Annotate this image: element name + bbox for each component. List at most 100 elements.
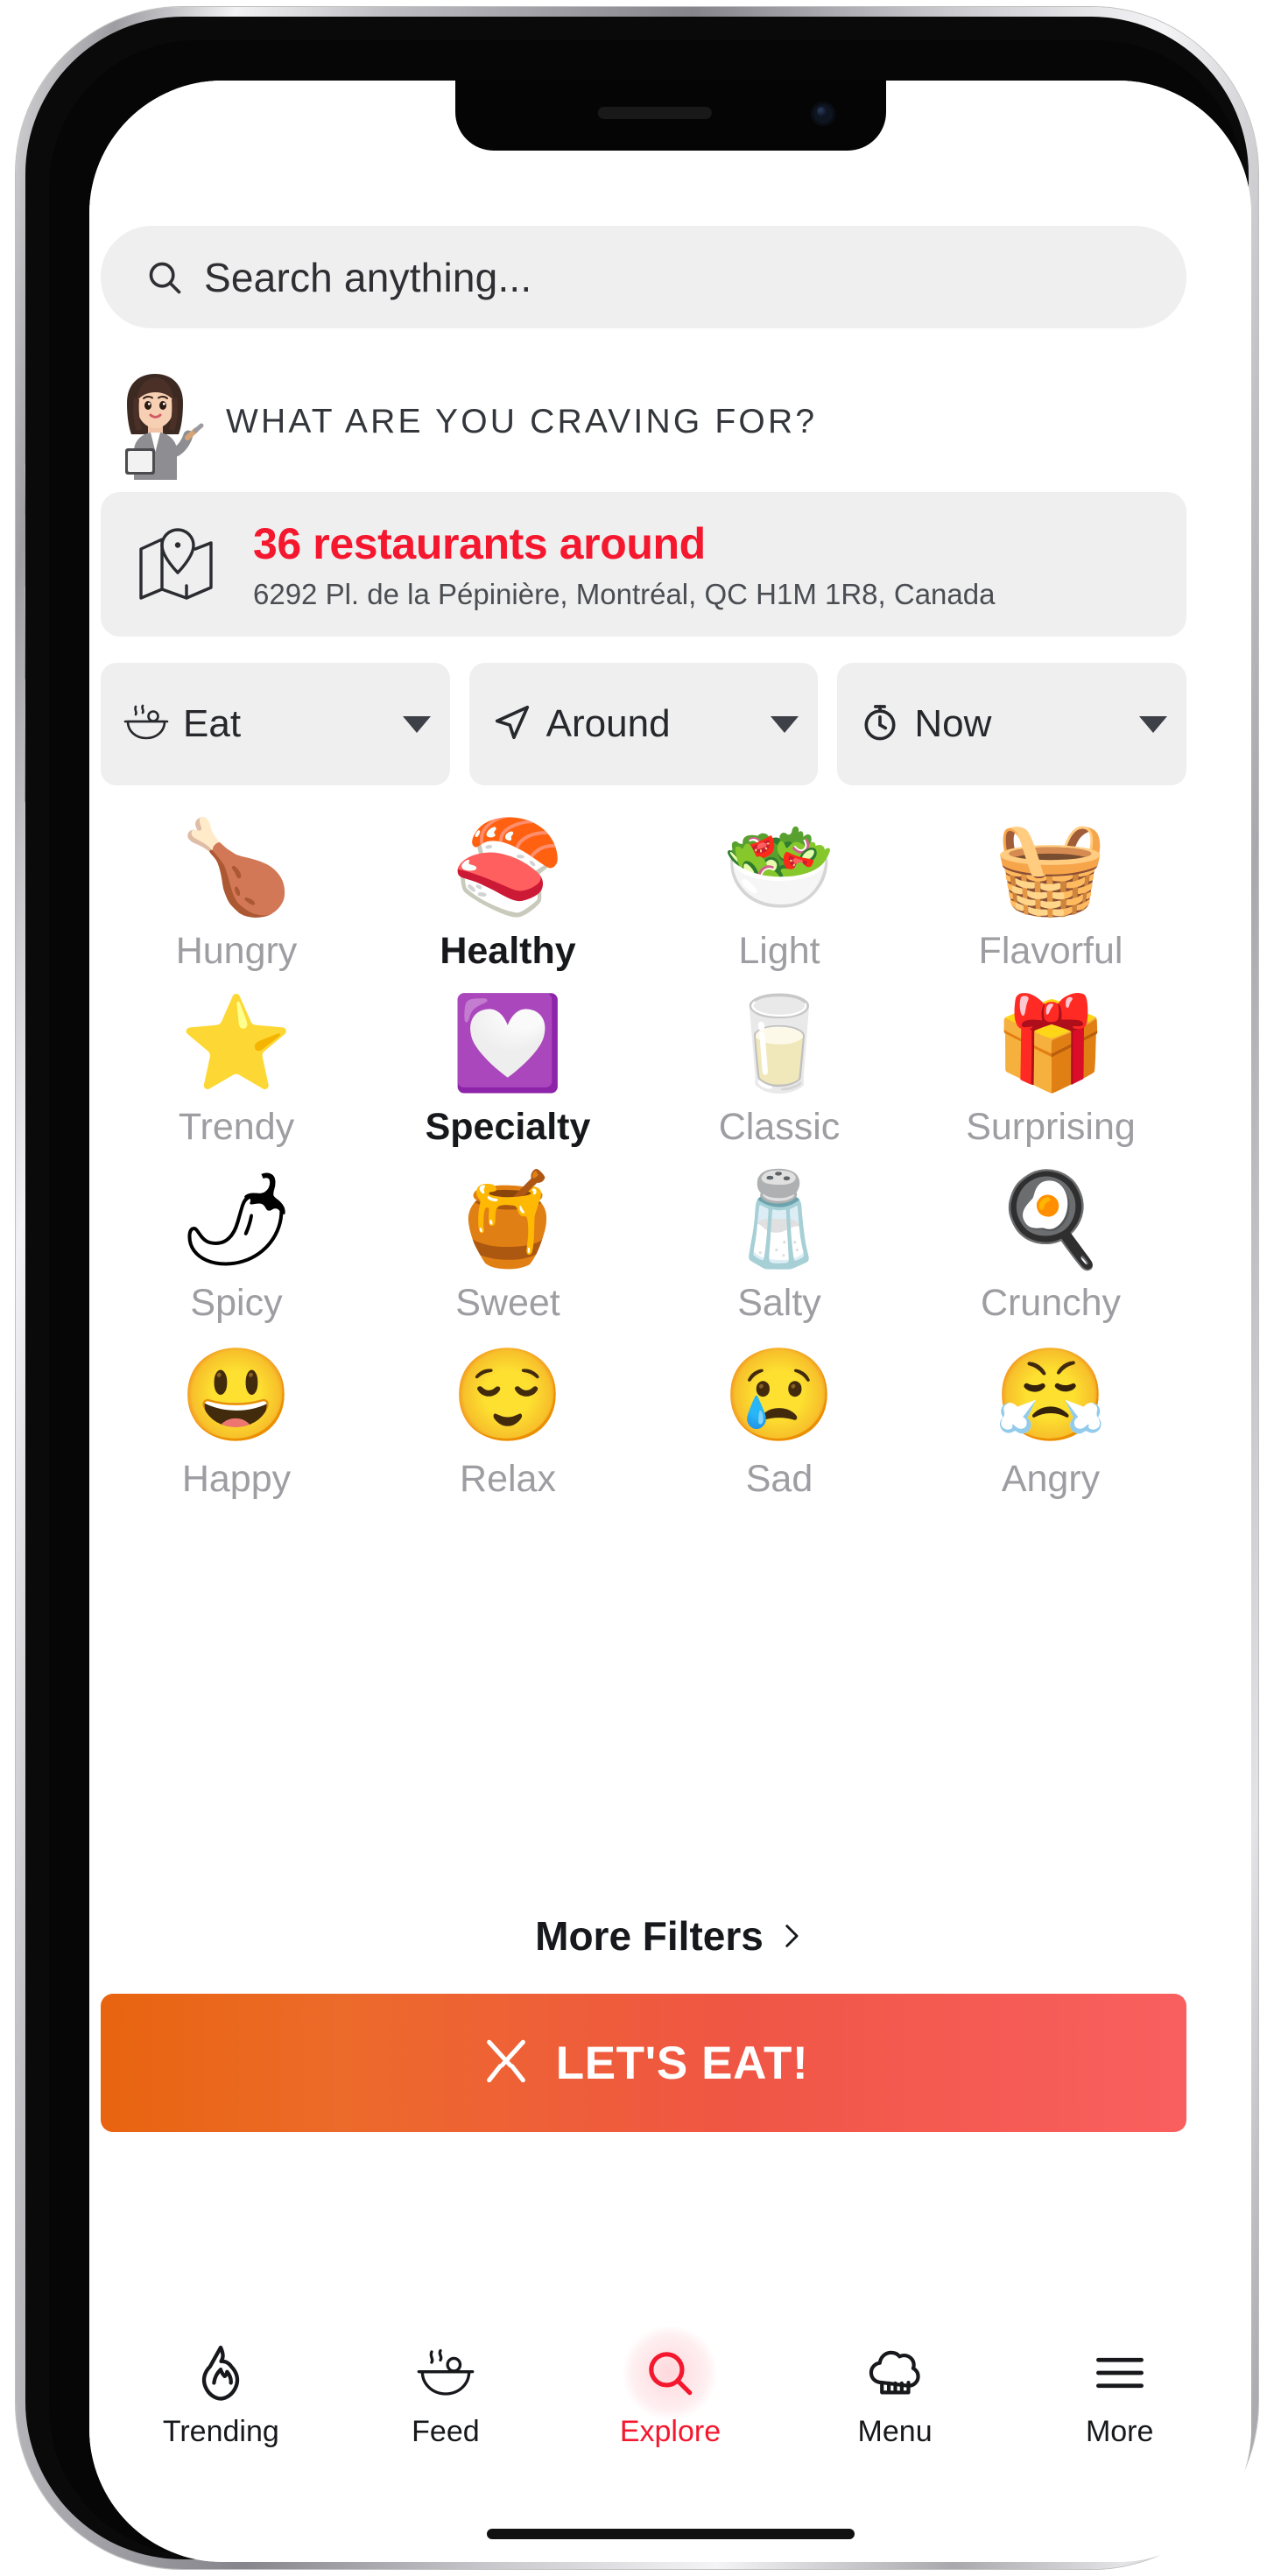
fork-and-knife-icon [479, 2036, 533, 2091]
dropdown-eat[interactable]: Eat [101, 663, 450, 785]
page-title: WHAT ARE YOU CRAVING FOR? [226, 403, 818, 440]
category-label: Angry [1001, 1458, 1101, 1500]
dropdown-now[interactable]: Now [837, 663, 1187, 785]
search-input[interactable]: Search anything... [101, 226, 1186, 328]
frying-pan-icon: 🍳 [994, 1169, 1108, 1270]
home-indicator[interactable] [486, 2529, 855, 2539]
address-text: 6292 Pl. de la Pépinière, Montréal, QC H… [253, 577, 996, 610]
steaming-bowl-icon [123, 701, 169, 748]
heart-decoration-icon: 💟 [451, 993, 565, 1094]
category-happy[interactable]: 😃 Happy [101, 1344, 372, 1501]
category-label: Classic [718, 1106, 841, 1148]
sushi-icon: 🍣 [451, 817, 565, 918]
nav-label: More [1085, 2414, 1154, 2448]
chef-hat-icon [867, 2341, 923, 2404]
category-specialty[interactable]: 💟 Specialty [372, 992, 644, 1149]
category-label: Crunchy [980, 1282, 1122, 1324]
flame-icon [194, 2341, 248, 2404]
location-text: 36 restaurants around 6292 Pl. de la Pép… [253, 518, 995, 611]
nav-label: Menu [857, 2414, 933, 2448]
crying-face-icon: 😢 [722, 1345, 836, 1446]
star-icon: ⭐ [179, 993, 293, 1094]
nav-item-trending[interactable]: Trending [109, 2341, 334, 2449]
category-label: Flavorful [978, 930, 1123, 972]
phone-midframe: Search anything... WHAT ARE YOU CRAVING … [25, 17, 1251, 2562]
category-classic[interactable]: 🥛 Classic [644, 992, 915, 1149]
category-label: Hungry [175, 930, 298, 972]
lets-eat-label: LET'S EAT! [555, 2037, 809, 2089]
category-label: Specialty [425, 1106, 591, 1148]
phone-screen: Search anything... WHAT ARE YOU CRAVING … [89, 81, 1251, 2562]
category-label: Spicy [190, 1282, 283, 1324]
location-card[interactable]: 36 restaurants around 6292 Pl. de la Pép… [101, 492, 1186, 637]
dropdown-eat-label: Eat [183, 702, 242, 745]
chevron-right-icon [776, 1917, 806, 1955]
nav-item-menu[interactable]: Menu [783, 2341, 1008, 2449]
category-hungry[interactable]: 🍗 Hungry [101, 816, 372, 973]
category-label: Surprising [966, 1106, 1136, 1148]
dropdown-now-label: Now [914, 702, 992, 745]
smiling-face-icon: 😃 [179, 1345, 293, 1446]
nav-label: Feed [412, 2414, 480, 2448]
craving-header: WHAT ARE YOU CRAVING FOR? [101, 361, 1186, 483]
map-pin-icon [136, 524, 220, 604]
category-spicy[interactable]: 🌶 Spicy [101, 1168, 372, 1325]
navigation-arrow-icon [492, 702, 532, 747]
category-salty[interactable]: 🧂 Salty [644, 1168, 915, 1325]
nav-item-explore[interactable]: Explore [558, 2325, 783, 2449]
category-label: Sweet [455, 1282, 560, 1324]
category-sad[interactable]: 😢 Sad [644, 1344, 915, 1501]
bottom-navigation: Trending Feed Explore Menu More [89, 2312, 1251, 2478]
category-angry[interactable]: 😤 Angry [915, 1344, 1186, 1501]
screenshot-root: Search anything... WHAT ARE YOU CRAVING … [0, 0, 1274, 2576]
chevron-down-icon [771, 715, 799, 733]
woman-with-notebook-avatar [101, 364, 210, 480]
app-content: Search anything... WHAT ARE YOU CRAVING … [89, 81, 1251, 2562]
category-label: Healthy [440, 930, 576, 972]
nav-item-more[interactable]: More [1007, 2341, 1232, 2449]
phone-bezel: Search anything... WHAT ARE YOU CRAVING … [49, 40, 1251, 2562]
chevron-down-icon [1139, 715, 1168, 733]
category-label: Happy [181, 1458, 292, 1500]
salt-shaker-icon: 🧂 [722, 1169, 836, 1270]
search-icon [144, 257, 185, 298]
gift-icon: 🎁 [994, 993, 1108, 1094]
green-salad-icon: 🥗 [722, 817, 836, 918]
milk-carton-icon: 🥛 [722, 993, 836, 1094]
category-relax[interactable]: 😌 Relax [372, 1344, 644, 1501]
honey-pot-icon: 🍯 [451, 1169, 565, 1270]
bowl-icon [415, 2341, 476, 2404]
category-label: Sad [745, 1458, 813, 1500]
category-sweet[interactable]: 🍯 Sweet [372, 1168, 644, 1325]
category-flavorful[interactable]: 🧺 Flavorful [915, 816, 1186, 973]
front-camera-icon [810, 102, 835, 126]
steam-nose-face-icon: 😤 [994, 1345, 1108, 1446]
category-surprising[interactable]: 🎁 Surprising [915, 992, 1186, 1149]
lets-eat-button[interactable]: LET'S EAT! [101, 1994, 1186, 2132]
restaurant-count: 36 restaurants around [253, 518, 706, 568]
hot-pepper-icon: 🌶 [178, 1169, 295, 1270]
phone-frame: Search anything... WHAT ARE YOU CRAVING … [16, 7, 1258, 2569]
category-label: Light [738, 930, 820, 972]
chevron-down-icon [402, 715, 431, 733]
category-healthy[interactable]: 🍣 Healthy [372, 816, 644, 973]
relieved-face-icon: 😌 [451, 1345, 565, 1446]
more-filters-button[interactable]: More Filters [89, 1912, 1251, 1960]
stopwatch-icon [860, 702, 900, 747]
dropdown-around[interactable]: Around [468, 663, 819, 785]
produce-basket-icon: 🧺 [994, 817, 1108, 918]
hamburger-menu-icon [1092, 2341, 1148, 2404]
notch [454, 81, 886, 151]
dropdown-around-label: Around [545, 702, 671, 745]
filter-dropdown-row: Eat Around Now [101, 663, 1187, 785]
category-label: Salty [737, 1282, 821, 1324]
poultry-leg-icon: 🍗 [179, 817, 293, 918]
category-label: Trendy [178, 1106, 295, 1148]
nav-item-feed[interactable]: Feed [334, 2341, 559, 2449]
category-trendy[interactable]: ⭐ Trendy [101, 992, 372, 1149]
category-grid: 🍗 Hungry 🍣 Healthy 🥗 Light 🧺 Flavorful ⭐… [101, 816, 1186, 1501]
category-light[interactable]: 🥗 Light [644, 816, 915, 973]
category-crunchy[interactable]: 🍳 Crunchy [915, 1168, 1186, 1325]
more-filters-label: More Filters [535, 1913, 764, 1959]
earpiece-speaker [597, 107, 712, 119]
